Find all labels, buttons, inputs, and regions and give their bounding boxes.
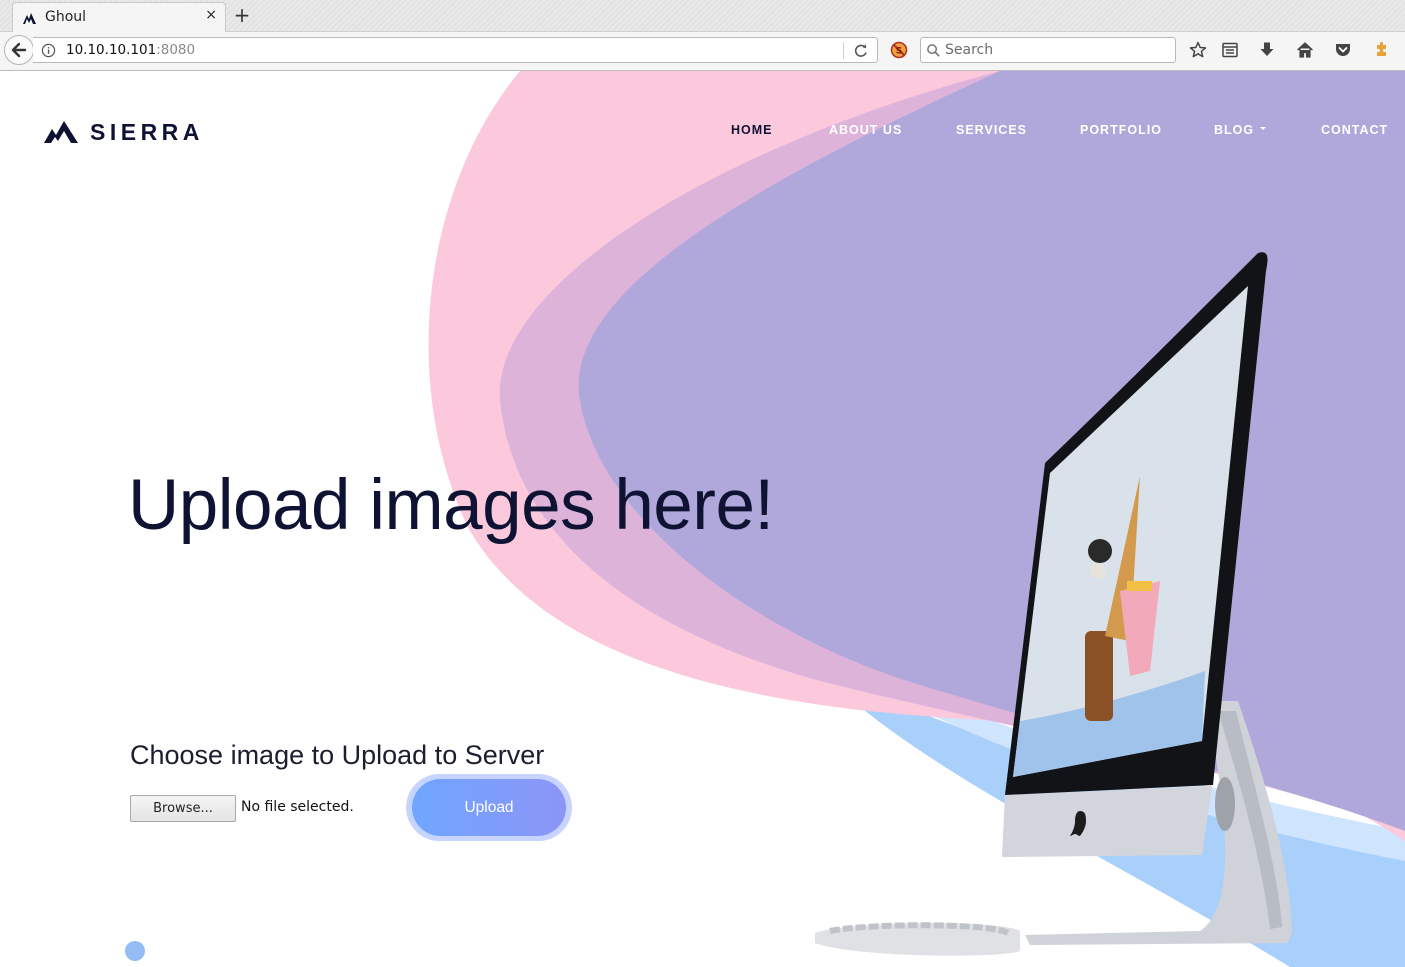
sierra-favicon-icon xyxy=(23,13,36,24)
browser-tab[interactable]: Ghoul × xyxy=(12,2,226,32)
nav-item-blog-label: BLOG xyxy=(1214,123,1255,137)
pocket-icon[interactable] xyxy=(1333,40,1353,60)
web-page: SIERRA HOME ABOUT US SERVICES PORTFOLIO … xyxy=(0,71,1405,967)
reload-icon[interactable] xyxy=(853,43,869,59)
hero-title: Upload images here! xyxy=(128,466,774,545)
reading-list-icon[interactable] xyxy=(1220,40,1240,60)
navigation-toolbar: 10.10.10.101:8080 S xyxy=(0,32,1405,71)
nav-item-about-us[interactable]: ABOUT US xyxy=(829,123,902,137)
bookmark-star-icon[interactable] xyxy=(1188,40,1208,60)
noscript-icon[interactable]: S xyxy=(890,41,908,59)
mountain-logo-icon xyxy=(44,121,78,143)
nav-item-home[interactable]: HOME xyxy=(731,123,773,137)
new-tab-button[interactable]: + xyxy=(232,3,252,27)
back-button[interactable] xyxy=(4,35,34,65)
nav-item-portfolio[interactable]: PORTFOLIO xyxy=(1080,123,1162,137)
url-bar[interactable]: 10.10.10.101:8080 xyxy=(33,37,878,63)
back-arrow-icon xyxy=(11,42,27,58)
nav-item-blog[interactable]: BLOG xyxy=(1214,123,1267,137)
scroll-dot[interactable] xyxy=(125,941,145,961)
svg-text:S: S xyxy=(896,47,902,57)
extension-icon[interactable] xyxy=(1371,40,1391,60)
nav-item-services[interactable]: SERVICES xyxy=(956,123,1027,137)
search-icon xyxy=(927,44,940,57)
site-info-icon[interactable] xyxy=(41,43,56,58)
url-text[interactable]: 10.10.10.101:8080 xyxy=(66,42,195,58)
upload-button[interactable]: Upload xyxy=(412,779,566,836)
tab-title: Ghoul xyxy=(45,9,87,25)
brand-name: SIERRA xyxy=(90,119,204,145)
search-bar[interactable] xyxy=(920,37,1176,63)
dropdown-caret-icon xyxy=(1260,127,1267,131)
url-port: :8080 xyxy=(156,42,196,58)
file-status-text: No file selected. xyxy=(241,799,354,815)
search-input[interactable] xyxy=(945,40,1170,60)
download-icon[interactable] xyxy=(1257,40,1277,60)
close-tab-icon[interactable]: × xyxy=(205,7,217,23)
browse-button[interactable]: Browse... xyxy=(130,795,236,822)
url-host: 10.10.10.101 xyxy=(66,42,157,58)
url-divider xyxy=(843,42,844,59)
tab-bar: Ghoul × + xyxy=(0,0,1405,32)
nav-item-contact[interactable]: CONTACT xyxy=(1321,123,1388,137)
home-icon[interactable] xyxy=(1295,40,1315,60)
imac-chin-shape xyxy=(1002,786,1212,857)
upload-heading: Choose image to Upload to Server xyxy=(130,740,545,770)
